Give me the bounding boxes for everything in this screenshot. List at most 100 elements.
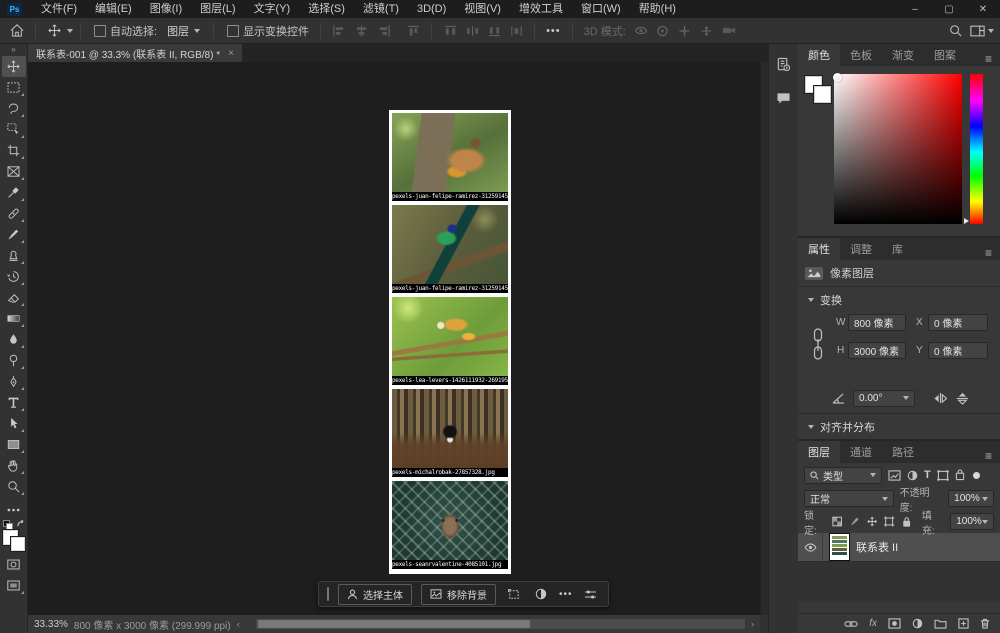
tab-gradients[interactable]: 渐变: [882, 44, 924, 66]
distribute-vertical-icon[interactable]: [505, 22, 527, 40]
tab-properties[interactable]: 属性: [798, 238, 840, 260]
delete-layer-icon[interactable]: [980, 618, 990, 629]
canvas-area[interactable]: pexels-juan-felipe-ramirez-312591454-26.…: [28, 62, 760, 615]
taskbar-properties-icon[interactable]: [582, 586, 600, 602]
move-tool-caret-icon[interactable]: [67, 29, 73, 33]
x-field[interactable]: 0 像素: [928, 314, 988, 331]
auto-select-checkbox[interactable]: [94, 25, 106, 37]
lock-transparency-icon[interactable]: [832, 516, 842, 527]
lock-pixels-icon[interactable]: [850, 516, 860, 527]
filter-toggle-icon[interactable]: [973, 472, 980, 479]
horizontal-scrollbar-thumb[interactable]: [258, 620, 530, 628]
more-options-icon[interactable]: •••: [546, 25, 561, 37]
new-layer-icon[interactable]: [958, 618, 969, 629]
tool-blur[interactable]: [2, 329, 26, 350]
align-top-edges-icon[interactable]: [402, 22, 424, 40]
lock-all-icon[interactable]: [902, 516, 911, 528]
tool-eraser[interactable]: [2, 287, 26, 308]
link-layers-icon[interactable]: [844, 620, 858, 628]
select-subject-button[interactable]: 选择主体: [338, 584, 412, 605]
tool-path-selection[interactable]: [2, 413, 26, 434]
close-button[interactable]: ✕: [966, 0, 1000, 18]
align-horizontal-centers-icon[interactable]: [350, 22, 372, 40]
default-colors-icon[interactable]: [3, 520, 11, 528]
learn-panel-icon[interactable]: [772, 52, 796, 76]
tool-crop[interactable]: [2, 140, 26, 161]
tab-libraries[interactable]: 库: [882, 238, 913, 260]
contact-sheet-document[interactable]: pexels-juan-felipe-ramirez-312591454-26.…: [389, 110, 511, 574]
menu-help[interactable]: 帮助(H): [630, 0, 685, 18]
layer-filter-dropdown[interactable]: 类型: [804, 467, 882, 484]
tab-channels[interactable]: 通道: [840, 441, 882, 463]
remove-background-button[interactable]: 移除背景: [421, 584, 496, 605]
tool-move[interactable]: [2, 56, 26, 77]
menu-plugins[interactable]: 增效工具: [510, 0, 572, 18]
tool-hand[interactable]: [2, 455, 26, 476]
swap-colors-icon[interactable]: [17, 520, 26, 528]
tab-layers[interactable]: 图层: [798, 441, 840, 463]
tool-eyedropper[interactable]: [2, 182, 26, 203]
panel-background-swatch[interactable]: [814, 86, 831, 103]
align-collapse-icon[interactable]: [808, 425, 814, 429]
new-group-icon[interactable]: [934, 619, 947, 629]
tool-type[interactable]: [2, 392, 26, 413]
hue-slider[interactable]: [970, 74, 983, 224]
menu-image[interactable]: 图像(I): [141, 0, 191, 18]
distribute-horizontal-centers-icon[interactable]: [461, 22, 483, 40]
align-section-header[interactable]: 对齐并分布: [798, 414, 1000, 440]
tab-patterns[interactable]: 图案: [924, 44, 966, 66]
align-left-edges-icon[interactable]: [328, 22, 350, 40]
menu-select[interactable]: 选择(S): [299, 0, 354, 18]
tool-object-selection[interactable]: [2, 119, 26, 140]
menu-file[interactable]: 文件(F): [32, 0, 86, 18]
filter-shape-layers-icon[interactable]: [937, 470, 949, 481]
lock-artboard-icon[interactable]: [884, 516, 894, 527]
fill-dropdown[interactable]: 100%: [950, 513, 994, 530]
menu-filter[interactable]: 滤镜(T): [354, 0, 408, 18]
adjustment-icon[interactable]: [532, 586, 550, 602]
horizontal-scrollbar[interactable]: [256, 619, 745, 629]
flip-vertical-icon[interactable]: [956, 392, 969, 405]
tool-gradient[interactable]: [2, 308, 26, 329]
height-field[interactable]: 3000 像素: [848, 342, 906, 359]
toolbar-collapse-icon[interactable]: »: [11, 46, 15, 54]
tool-clone-stamp[interactable]: [2, 245, 26, 266]
workspace-caret-icon[interactable]: [988, 29, 994, 33]
layer-thumbnail[interactable]: [830, 534, 849, 560]
new-adjustment-layer-icon[interactable]: [912, 618, 923, 629]
flip-horizontal-icon[interactable]: [933, 392, 948, 404]
distribute-top-icon[interactable]: [439, 22, 461, 40]
opacity-dropdown[interactable]: 100%: [948, 490, 994, 507]
tab-color[interactable]: 颜色: [798, 44, 840, 66]
taskbar-drag-handle[interactable]: [327, 587, 329, 601]
tab-paths[interactable]: 路径: [882, 441, 924, 463]
menu-window[interactable]: 窗口(W): [572, 0, 630, 18]
tool-history-brush[interactable]: [2, 266, 26, 287]
transform-collapse-icon[interactable]: [808, 298, 814, 302]
tool-dodge[interactable]: [2, 350, 26, 371]
filter-type-layers-icon[interactable]: T: [924, 469, 931, 481]
filter-smart-objects-icon[interactable]: [955, 469, 965, 481]
properties-panel-menu-icon[interactable]: ≡: [977, 246, 1000, 260]
maximize-button[interactable]: ▢: [932, 0, 966, 18]
workspace-switcher-icon[interactable]: [966, 22, 988, 40]
tool-spot-healing-brush[interactable]: [2, 203, 26, 224]
document-close-icon[interactable]: ×: [228, 48, 234, 59]
color-panel-menu-icon[interactable]: ≡: [977, 52, 1000, 66]
show-transform-checkbox[interactable]: [227, 25, 239, 37]
search-icon[interactable]: [944, 22, 966, 40]
edit-toolbar-icon[interactable]: [2, 499, 26, 520]
zoom-level-value[interactable]: 33.33%: [34, 619, 68, 630]
move-tool-icon[interactable]: [43, 22, 65, 40]
y-field[interactable]: 0 像素: [928, 342, 988, 359]
filter-adjustment-layers-icon[interactable]: [907, 470, 918, 481]
menu-type[interactable]: 文字(Y): [245, 0, 300, 18]
layer-name[interactable]: 联系表 II: [856, 539, 898, 555]
home-icon[interactable]: [6, 22, 28, 40]
distribute-bottom-icon[interactable]: [483, 22, 505, 40]
auto-select-target-dropdown[interactable]: 图层: [161, 21, 206, 41]
tool-zoom[interactable]: [2, 476, 26, 497]
tool-pen[interactable]: [2, 371, 26, 392]
link-dimensions-icon[interactable]: [810, 327, 826, 363]
menu-view[interactable]: 视图(V): [455, 0, 510, 18]
